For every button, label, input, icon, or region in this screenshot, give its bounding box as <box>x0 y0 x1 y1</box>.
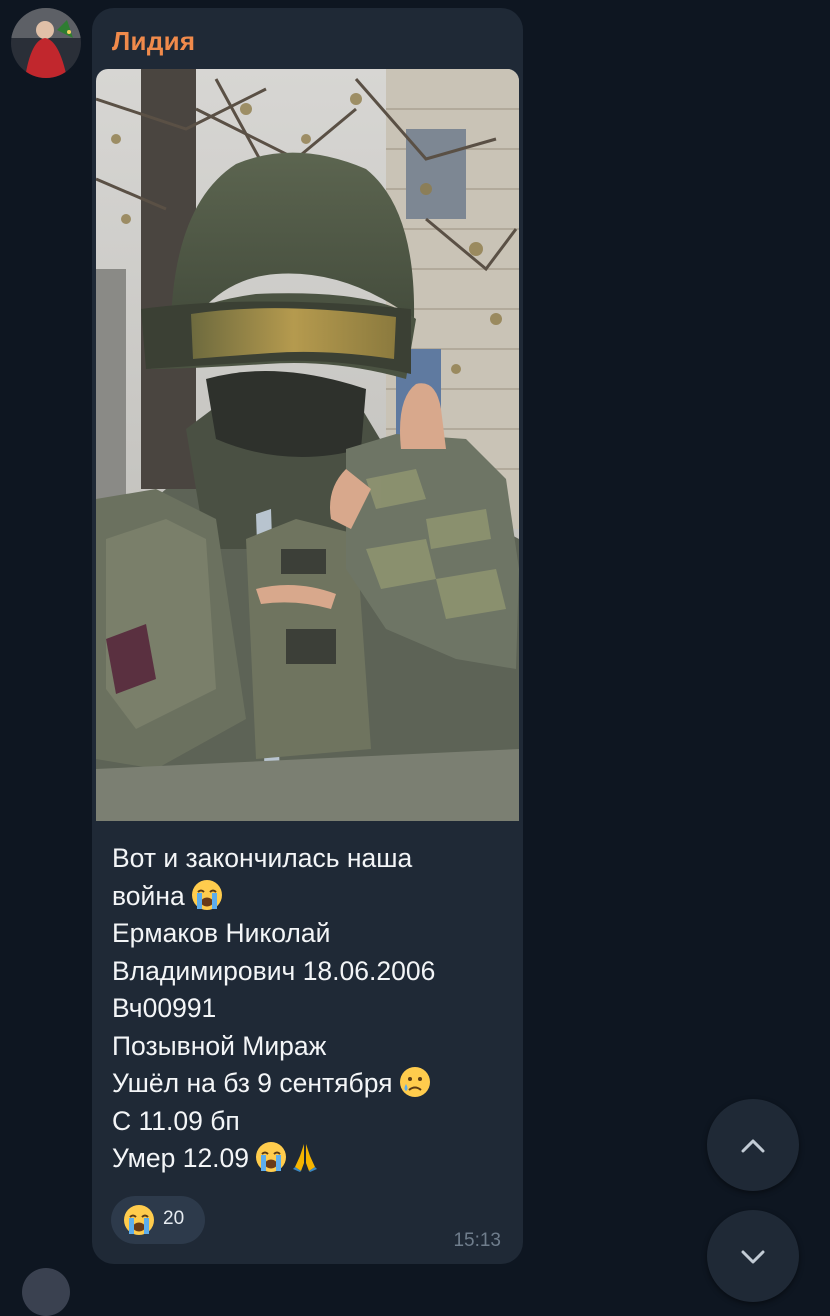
crying-face-icon <box>399 1066 431 1098</box>
loudly-crying-face-icon <box>191 879 223 911</box>
caption-line: С 11.09 бп <box>112 1105 240 1136</box>
folded-hands-icon <box>289 1141 321 1173</box>
loudly-crying-face-icon <box>123 1204 155 1236</box>
caption-line: Ушёл на бз 9 сентября <box>112 1065 512 1103</box>
reaction-count: 20 <box>163 1208 185 1229</box>
message-photo[interactable] <box>96 69 519 821</box>
sender-name[interactable]: Лидия <box>112 26 195 57</box>
scroll-down-button[interactable] <box>707 1210 799 1302</box>
chevron-down-icon <box>741 1250 765 1264</box>
chevron-up-icon <box>741 1139 765 1153</box>
caption-line: война <box>112 878 512 916</box>
caption-line: Вот и закончилась наша <box>112 843 413 873</box>
caption-line: Ермаков Николай <box>112 918 331 948</box>
next-sender-avatar[interactable] <box>22 1268 70 1316</box>
message-bubble[interactable]: Лидия Вот и закончилась наша война Ермак… <box>92 8 523 1264</box>
caption-line: Позывной Мираж <box>112 1030 327 1061</box>
message-caption: Вот и закончилась наша война Ермаков Ник… <box>112 840 512 1178</box>
caption-line: Вч00991 <box>112 993 217 1023</box>
scroll-up-button[interactable] <box>707 1099 799 1191</box>
sender-avatar[interactable] <box>11 8 81 78</box>
message-time: 15:13 <box>453 1230 501 1251</box>
caption-line: Умер 12.09 <box>112 1140 512 1178</box>
caption-line: Владимирович 18.06.2006 <box>112 955 436 986</box>
reaction-chip[interactable]: 20 <box>111 1196 205 1244</box>
loudly-crying-face-icon <box>255 1141 287 1173</box>
